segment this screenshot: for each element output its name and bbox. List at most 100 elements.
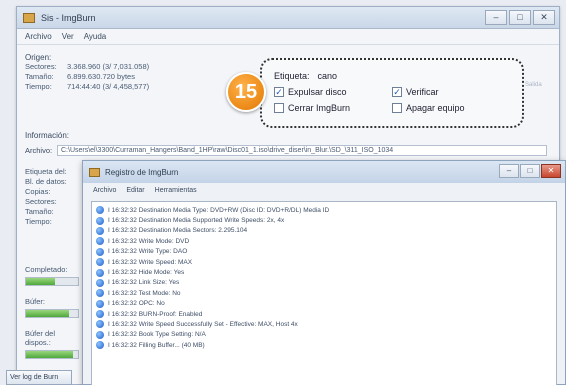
dialog-menu-herramientas[interactable]: Herramientas [155,187,197,194]
info-icon [96,247,104,256]
info-heading-wrap: Información: [25,131,69,140]
log-entry-text: I 16:32:32 Write Speed Successfully Set … [108,320,298,328]
option-label: Verificar [406,87,439,97]
log-entry-text: I 16:32:32 Destination Media Type: DVD+R… [108,206,330,214]
progress-bufer-dispositivo: Búfer del dispos.: [25,329,79,359]
dialog-titlebar[interactable]: Registro de ImgBurn – □ ✕ [83,161,565,183]
log-entry: I 16:32:32 Write Mode: DVD [96,236,552,246]
log-entry-text: I 16:32:32 Book Type Setting: N/A [108,331,206,339]
menu-ayuda[interactable]: Ayuda [84,32,107,41]
main-window-controls: – □ ✕ [485,10,555,25]
dialog-menu-archivo[interactable]: Archivo [93,187,116,194]
info-icon [96,258,104,267]
log-entry-text: I 16:32:32 Filling Buffer... (40 MB) [108,341,205,349]
dialog-menubar: Archivo Editar Herramientas [83,183,565,197]
file-address-label: Archivo: [25,146,53,155]
log-entry: I 16:32:32 BURN-Proof: Enabled [96,309,552,319]
origin-section: Origen: Sectores: 3.368.960 (3/ 7,031.058… [25,53,149,92]
option-verificar[interactable]: ✓ Verificar [392,87,510,97]
maximize-button[interactable]: □ [509,10,531,25]
info-heading: Información: [25,131,70,140]
progress-fill [26,310,69,317]
log-entry-text: I 16:32:32 Write Mode: DVD [108,237,190,245]
checkbox-unchecked-icon[interactable] [392,103,402,113]
checkbox-checked-icon[interactable]: ✓ [392,87,402,97]
progress-completado: Completado: [25,265,79,286]
info-icon [96,216,104,225]
info-icon [96,320,104,329]
options-callout: Etiqueta: cano ✓ Expulsar disco ✓ Verifi… [260,58,524,128]
close-button[interactable]: ✕ [533,10,555,25]
dialog-minimize-button[interactable]: – [499,164,519,178]
etiqueta-value[interactable]: cano [318,71,338,81]
dialog-close-button[interactable]: ✕ [541,164,561,178]
option-label: Apagar equipo [406,103,465,113]
info-icon [96,310,104,319]
log-entry-text: I 16:32:32 Destination Media Sectors: 2.… [108,227,248,235]
origin-value: 6.899.630.720 bytes [67,72,135,81]
log-entry: I 16:32:32 Link Size: Yes [96,278,552,288]
origin-value: 714:44:40 (3/ 4,458,577) [67,82,150,91]
origin-key: Sectores: [25,62,57,71]
log-entry: I 16:32:32 Destination Media Supported W… [96,215,552,225]
left-info-label: Etiqueta del: [25,167,67,176]
origin-row: Tamaño: 6.899.630.720 bytes [25,72,149,82]
dialog-controls: – □ ✕ [499,164,561,178]
log-entry: I 16:32:32 Destination Media Type: DVD+R… [96,205,552,215]
progress-title: Búfer del dispos.: [25,329,56,347]
log-entry-text: I 16:32:32 Link Size: Yes [108,279,180,287]
progress-title: Completado: [25,265,68,274]
log-entry: I 16:32:32 OPC: No [96,299,552,309]
checkbox-unchecked-icon[interactable] [274,103,284,113]
info-icon [96,299,104,308]
dialog-title: Registro de ImgBurn [105,167,179,177]
faded-option-label: Salida [525,82,542,88]
left-info-label: Tiempo: [25,217,52,226]
option-expulsar-disco[interactable]: ✓ Expulsar disco [274,87,392,97]
log-entry-text: I 16:32:32 Write Type: DAO [108,248,188,256]
main-titlebar[interactable]: Sis - ImgBurn – □ ✕ [17,7,559,29]
log-entry-text: I 16:32:32 BURN-Proof: Enabled [108,310,203,318]
checkbox-checked-icon[interactable]: ✓ [274,87,284,97]
log-entry: I 16:32:32 Write Speed: MAX [96,257,552,267]
origin-key: Tamaño: [25,72,54,81]
origin-heading: Origen: [25,53,52,62]
left-info-label: Copias: [25,187,51,196]
option-apagar-equipo[interactable]: Apagar equipo [392,103,510,113]
log-panel[interactable]: I 16:32:32 Destination Media Type: DVD+R… [91,201,557,385]
log-entry: I 16:32:32 Filling Buffer... (40 MB) [96,340,552,350]
option-cerrar-imgburn[interactable]: Cerrar ImgBurn [274,103,392,113]
info-icon [96,289,104,298]
main-window-title: Sis - ImgBurn [41,12,96,23]
file-address-field[interactable]: C:\Users\el\3300\Curraman_Hangers\Band_1… [57,145,547,156]
options-row-1: ✓ Expulsar disco ✓ Verificar [274,84,510,100]
etiqueta-row: Etiqueta: cano [274,68,510,84]
origin-row: Sectores: 3.368.960 (3/ 7,031.058) [25,62,149,72]
menu-archivo[interactable]: Archivo [25,32,52,41]
options-row-2: Cerrar ImgBurn Apagar equipo [274,100,510,116]
log-entry-text: I 16:32:32 Write Speed: MAX [108,258,193,266]
dialog-menu-editar[interactable]: Editar [126,187,144,194]
info-icon [96,278,104,287]
dialog-maximize-button[interactable]: □ [520,164,540,178]
option-label: Cerrar ImgBurn [288,103,351,113]
imgburn-dialog-icon [89,167,100,177]
menu-ver[interactable]: Ver [62,32,74,41]
progress-fill [26,278,55,285]
log-entry: I 16:32:32 Test Mode: No [96,288,552,298]
progress-bar [25,350,79,359]
progress-bufer: Búfer: [25,297,79,318]
step-number-badge: 15 [226,72,266,112]
log-entry-text: I 16:32:32 Test Mode: No [108,289,181,297]
info-icon [96,268,104,277]
etiqueta-label: Etiqueta: [274,71,310,81]
log-entry: I 16:32:32 Write Speed Successfully Set … [96,319,552,329]
info-icon [96,330,104,339]
log-entry: I 16:32:32 Hide Mode: Yes [96,267,552,277]
minimize-button[interactable]: – [485,10,507,25]
view-log-button[interactable]: Ver log de Burn [6,370,72,385]
info-icon [96,341,104,350]
log-entry: I 16:32:32 Book Type Setting: N/A [96,330,552,340]
left-info-column: Etiqueta del: Bl. de datos: Copias: Sect… [25,167,85,227]
file-address-row: Archivo: C:\Users\el\3300\Curraman_Hange… [25,145,547,156]
